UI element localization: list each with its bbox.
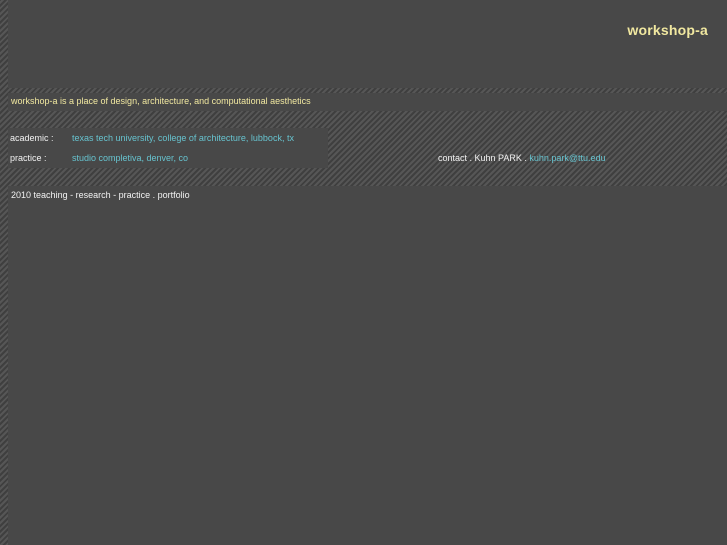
nav-research-link[interactable]: research bbox=[76, 190, 111, 200]
practice-row: practice : studio completiva, denver, co… bbox=[8, 148, 727, 168]
contact-email-link[interactable]: kuhn.park@ttu.edu bbox=[529, 153, 605, 163]
nav-portfolio-link[interactable]: portfolio bbox=[158, 190, 190, 200]
tagline: workshop-a is a place of design, archite… bbox=[11, 96, 311, 106]
main-content-panel: 2010 teaching - research - practice . po… bbox=[8, 186, 727, 545]
nav-teaching-link[interactable]: teaching bbox=[34, 190, 68, 200]
nav-line: 2010 teaching - research - practice . po… bbox=[11, 190, 190, 200]
academic-link[interactable]: texas tech university, college of archit… bbox=[72, 133, 294, 143]
practice-link[interactable]: studio completiva, denver, co bbox=[72, 153, 188, 163]
academic-label: academic : bbox=[10, 133, 54, 143]
nav-separator: - bbox=[67, 190, 76, 200]
nav-practice-link[interactable]: practice bbox=[119, 190, 151, 200]
contact-line: contact . Kuhn PARK . kuhn.park@ttu.edu bbox=[438, 153, 606, 163]
nav-year: 2010 bbox=[11, 190, 32, 200]
nav-separator: . bbox=[150, 190, 158, 200]
header-panel: workshop-a bbox=[8, 0, 727, 88]
nav-separator: - bbox=[110, 190, 119, 200]
practice-label: practice : bbox=[10, 153, 47, 163]
academic-row: academic : texas tech university, colleg… bbox=[8, 128, 727, 148]
contact-prefix: contact . Kuhn PARK . bbox=[438, 153, 530, 163]
info-panel: academic : texas tech university, colleg… bbox=[8, 128, 727, 168]
site-title: workshop-a bbox=[627, 22, 708, 38]
tagline-bar: workshop-a is a place of design, archite… bbox=[8, 93, 727, 111]
